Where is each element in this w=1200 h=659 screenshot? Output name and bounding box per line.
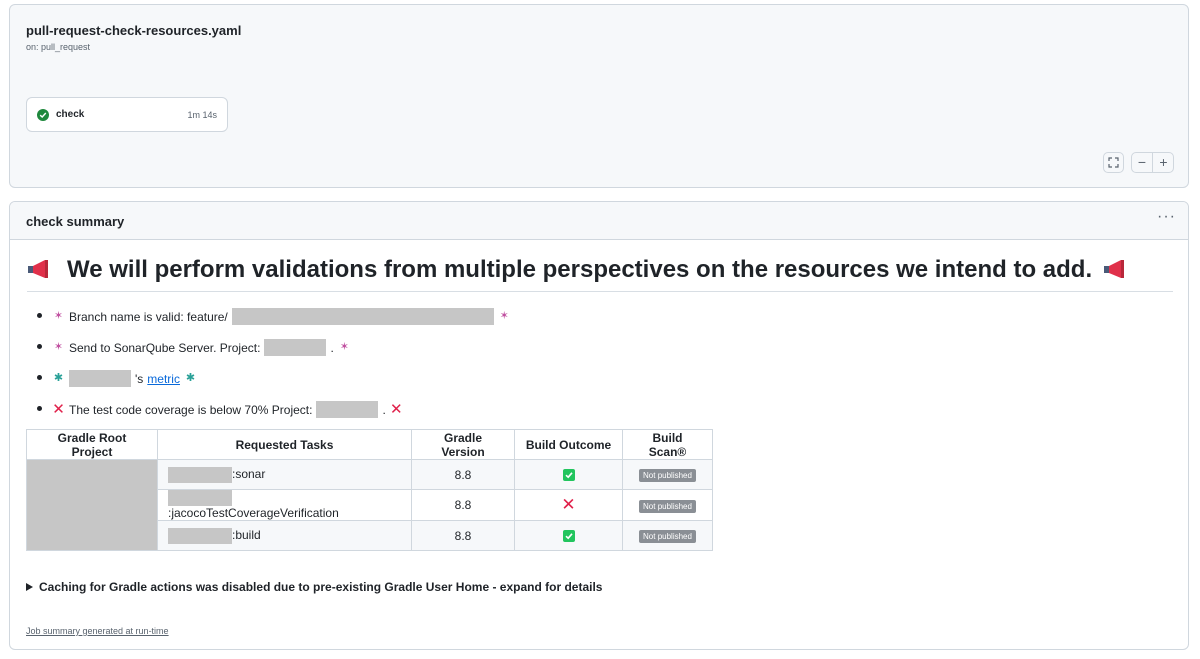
megaphone-icon — [1104, 260, 1124, 278]
success-check-icon — [37, 109, 49, 121]
failure-cross-icon: ✕ — [561, 494, 576, 514]
party-popper-icon: ✶ — [53, 310, 64, 322]
outcome-cell: ✕ — [514, 489, 623, 521]
redacted-block — [168, 490, 232, 506]
redacted-block — [264, 339, 327, 356]
not-published-badge: Not published — [639, 530, 696, 543]
table-header-row: Gradle Root Project Requested Tasks Grad… — [26, 429, 713, 460]
summary-title: check summary — [26, 214, 125, 229]
summary-heading-row: We will perform validations from multipl… — [27, 254, 1173, 292]
caching-details-toggle[interactable]: Caching for Gradle actions was disabled … — [26, 580, 602, 594]
job-summary-panel: check summary ··· We will perform valida… — [9, 201, 1189, 650]
table-row: :sonar 8.8 Not published — [26, 459, 713, 551]
header-requested-tasks: Requested Tasks — [157, 429, 412, 460]
zoom-in-button[interactable]: + — [1153, 153, 1174, 172]
party-popper-icon: ✶ — [53, 341, 64, 353]
workflow-file-name[interactable]: pull-request-check-resources.yaml — [26, 23, 241, 38]
redacted-block — [69, 370, 131, 387]
header-gradle-version: Gradle Version — [411, 429, 515, 460]
header-root-project: Gradle Root Project — [26, 429, 158, 460]
megaphone-icon — [28, 260, 48, 278]
zoom-out-button[interactable]: − — [1132, 153, 1153, 172]
job-summary-footer-link[interactable]: Job summary generated at run-time — [26, 626, 169, 636]
kebab-menu-icon[interactable]: ··· — [1157, 208, 1176, 226]
branch-text: Branch name is valid: feature/ — [69, 309, 228, 324]
summary-header: check summary ··· — [10, 202, 1188, 240]
scan-cell: Not published — [622, 520, 713, 551]
version-cell: 8.8 — [411, 489, 515, 521]
fullscreen-button[interactable] — [1103, 152, 1124, 173]
header-build-scan: Build Scan® — [622, 429, 713, 460]
redacted-block — [168, 527, 232, 544]
metric-link[interactable]: metric — [147, 372, 180, 386]
party-popper-icon: ✶ — [499, 310, 509, 322]
coverage-suffix: . — [382, 402, 386, 417]
job-duration: 1m 14s — [187, 110, 217, 120]
outcome-cell — [514, 520, 623, 551]
redacted-block — [231, 308, 494, 325]
scan-cell: Not published — [622, 489, 713, 521]
not-published-badge: Not published — [639, 469, 696, 482]
caching-details-summary: Caching for Gradle actions was disabled … — [39, 580, 603, 594]
metric-suffix: 's — [135, 371, 144, 386]
success-check-icon — [562, 530, 575, 543]
bug-icon: ✱ — [53, 372, 64, 384]
redacted-block — [316, 401, 379, 418]
fullscreen-icon — [1108, 157, 1119, 168]
bug-icon: ✱ — [185, 372, 196, 384]
task-cell: :build — [157, 520, 412, 551]
task-name: :jacocoTestCoverageVerification — [168, 506, 339, 520]
bullet-dot — [37, 406, 42, 411]
coverage-text: The test code coverage is below 70% Proj… — [69, 402, 313, 417]
job-card-check[interactable]: check 1m 14s — [26, 97, 228, 132]
bullet-dot — [37, 375, 42, 380]
task-cell: :jacocoTestCoverageVerification — [157, 489, 412, 521]
workflow-graph-panel: pull-request-check-resources.yaml on: pu… — [9, 4, 1189, 188]
outcome-cell — [514, 459, 623, 490]
party-popper-icon: ✶ — [339, 341, 349, 353]
scan-cell: Not published — [622, 459, 713, 490]
gradle-results-table: Gradle Root Project Requested Tasks Grad… — [26, 429, 713, 551]
task-name: :build — [232, 527, 261, 542]
task-cell: :sonar — [157, 459, 412, 490]
cross-mark-icon: ✕ — [390, 401, 403, 418]
task-name: :sonar — [232, 466, 266, 481]
bullet-dot — [37, 344, 42, 349]
root-project-cell-redacted — [26, 459, 158, 551]
job-name: check — [56, 109, 85, 120]
header-build-outcome: Build Outcome — [514, 429, 623, 460]
workflow-trigger: on: pull_request — [26, 42, 91, 52]
sonar-text: Send to SonarQube Server. Project: — [69, 340, 261, 355]
version-cell: 8.8 — [411, 459, 515, 490]
bullet-dot — [37, 313, 42, 318]
redacted-block — [168, 466, 232, 483]
not-published-badge: Not published — [639, 499, 696, 513]
success-check-icon — [562, 469, 575, 482]
summary-heading: We will perform validations from multipl… — [67, 256, 1093, 283]
sonar-suffix: . — [330, 340, 334, 355]
cross-mark-icon: ✕ — [52, 401, 65, 418]
zoom-controls: − + — [1131, 152, 1174, 173]
expand-triangle-icon — [26, 583, 33, 591]
version-cell: 8.8 — [411, 520, 515, 551]
